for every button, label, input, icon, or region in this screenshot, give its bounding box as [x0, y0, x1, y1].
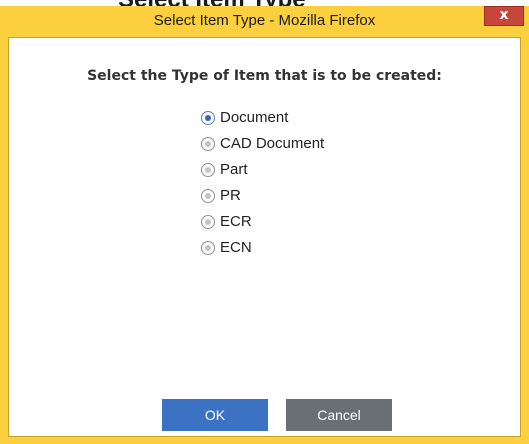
option-label: Part — [220, 161, 248, 178]
radio-button[interactable] — [201, 188, 215, 203]
option-label: ECR — [220, 213, 252, 230]
close-icon: x — [499, 7, 509, 23]
option-label: Document — [220, 109, 289, 126]
radio-button[interactable] — [201, 240, 215, 255]
option-cad-document[interactable]: CAD Document — [201, 133, 441, 154]
option-label: ECN — [220, 239, 252, 256]
ok-button[interactable]: OK — [162, 399, 268, 431]
radio-button-selected[interactable] — [201, 110, 215, 125]
option-pr[interactable]: PR — [201, 185, 441, 206]
radio-button[interactable] — [201, 136, 215, 151]
close-button[interactable]: x — [484, 6, 524, 26]
firefox-popup-window: Select Item Type - Mozilla Firefox x Sel… — [0, 6, 529, 444]
option-document[interactable]: Document — [201, 107, 441, 128]
radio-button[interactable] — [201, 214, 215, 229]
dialog-content: Select the Type of Item that is to be cr… — [8, 37, 521, 437]
item-type-radio-group: Document CAD Document Part PR ECR ECN — [201, 107, 441, 263]
option-ecn[interactable]: ECN — [201, 237, 441, 258]
radio-button[interactable] — [201, 162, 215, 177]
cancel-button[interactable]: Cancel — [286, 399, 392, 431]
option-label: CAD Document — [220, 135, 325, 152]
dialog-prompt: Select the Type of Item that is to be cr… — [87, 68, 442, 84]
option-ecr[interactable]: ECR — [201, 211, 441, 232]
screen: Select Item Type Select Item Type - Mozi… — [0, 0, 529, 444]
window-title: Select Item Type - Mozilla Firefox — [153, 12, 376, 29]
option-part[interactable]: Part — [201, 159, 441, 180]
window-titlebar[interactable]: Select Item Type - Mozilla Firefox x — [0, 6, 529, 37]
option-label: PR — [220, 187, 241, 204]
